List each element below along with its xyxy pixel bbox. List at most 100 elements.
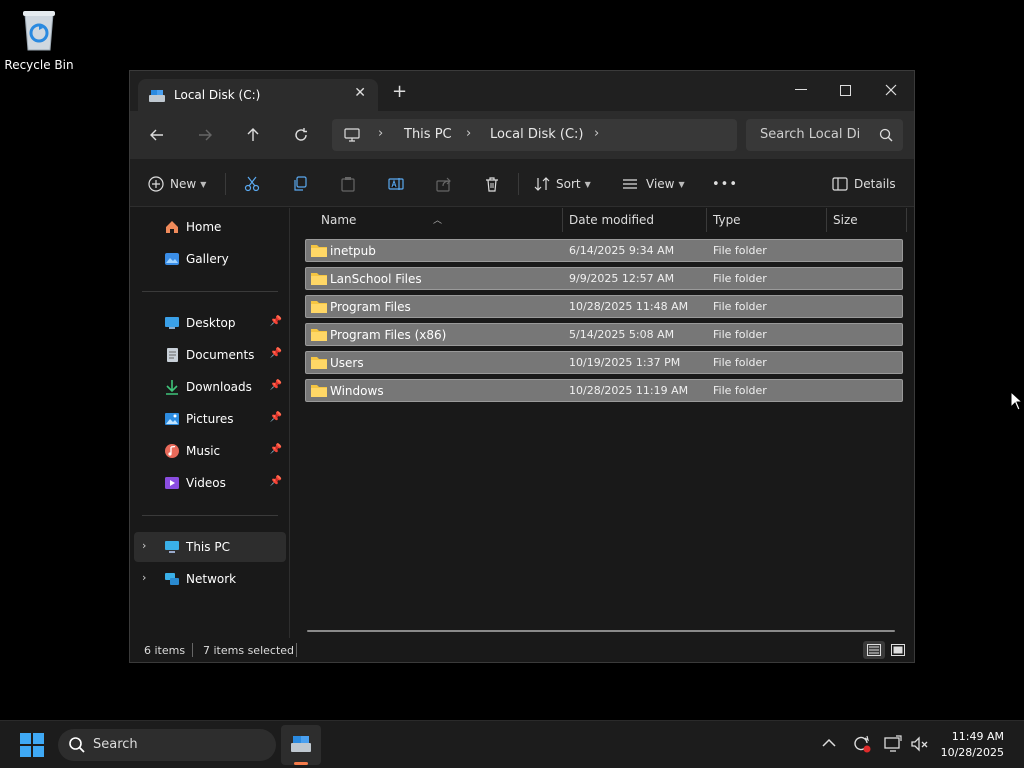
taskbar-search-box[interactable]: Search bbox=[58, 729, 276, 761]
file-name: Users bbox=[330, 356, 364, 370]
share-button[interactable] bbox=[436, 173, 452, 195]
sidebar-item-documents[interactable]: Documents 📌 bbox=[134, 340, 286, 370]
refresh-button[interactable] bbox=[289, 123, 313, 147]
taskbar-search-placeholder: Search bbox=[93, 737, 138, 752]
new-tab-button[interactable]: + bbox=[392, 83, 407, 101]
details-pane-button[interactable]: Details bbox=[832, 173, 896, 195]
display-icon[interactable] bbox=[884, 735, 902, 757]
sidebar-item-downloads[interactable]: Downloads 📌 bbox=[134, 372, 286, 402]
folder-icon bbox=[310, 271, 328, 289]
sidebar-divider bbox=[142, 291, 278, 292]
system-clock[interactable]: 11:49 AM 10/28/2025 bbox=[941, 729, 1004, 761]
column-header-type[interactable]: Type bbox=[713, 213, 741, 227]
pin-icon[interactable]: 📌 bbox=[270, 348, 282, 359]
breadcrumb-local-disk[interactable]: Local Disk (C:) bbox=[490, 127, 583, 142]
tab-local-disk[interactable]: Local Disk (C:) ✕ bbox=[138, 79, 378, 111]
title-bar: Local Disk (C:) ✕ + bbox=[130, 71, 914, 111]
close-icon bbox=[885, 84, 897, 96]
cut-button[interactable] bbox=[244, 173, 260, 195]
taskbar-file-explorer[interactable] bbox=[281, 725, 321, 765]
pin-icon[interactable]: 📌 bbox=[270, 476, 282, 487]
horizontal-scrollbar[interactable] bbox=[307, 630, 895, 632]
monitor-icon bbox=[344, 127, 360, 146]
file-date: 10/28/2025 11:19 AM bbox=[569, 384, 689, 397]
copy-button[interactable] bbox=[292, 173, 308, 195]
file-date: 9/9/2025 12:57 AM bbox=[569, 272, 675, 285]
sidebar-item-music[interactable]: Music 📌 bbox=[134, 436, 286, 466]
close-window-button[interactable] bbox=[868, 77, 914, 103]
windows-logo-icon bbox=[20, 733, 44, 757]
chevron-right-icon[interactable]: › bbox=[142, 539, 146, 552]
minimize-button[interactable] bbox=[778, 77, 824, 103]
details-view-icon bbox=[867, 644, 881, 656]
refresh-icon bbox=[295, 128, 307, 141]
minimize-icon bbox=[795, 89, 807, 90]
view-label: View bbox=[646, 177, 675, 191]
table-row[interactable]: inetpub 6/14/2025 9:34 AM File folder bbox=[305, 239, 903, 262]
column-divider[interactable] bbox=[562, 208, 563, 232]
command-bar: New ▼ Sort ▼ View ▼ ••• Details bbox=[130, 159, 914, 207]
table-row[interactable]: Program Files (x86) 5/14/2025 5:08 AM Fi… bbox=[305, 323, 903, 346]
rename-button[interactable] bbox=[388, 173, 404, 195]
pin-icon[interactable]: 📌 bbox=[270, 412, 282, 423]
pin-icon[interactable]: 📌 bbox=[270, 316, 282, 327]
folder-icon bbox=[310, 299, 328, 317]
table-row[interactable]: LanSchool Files 9/9/2025 12:57 AM File f… bbox=[305, 267, 903, 290]
paste-button[interactable] bbox=[340, 173, 356, 195]
column-divider[interactable] bbox=[706, 208, 707, 232]
forward-button[interactable] bbox=[193, 123, 217, 147]
sidebar-item-home[interactable]: Home bbox=[134, 212, 286, 242]
chevron-up-icon[interactable] bbox=[822, 737, 836, 752]
music-icon bbox=[164, 443, 180, 459]
table-row[interactable]: Windows 10/28/2025 11:19 AM File folder bbox=[305, 379, 903, 402]
sidebar-item-pictures[interactable]: Pictures 📌 bbox=[134, 404, 286, 434]
chevron-right-icon[interactable]: › bbox=[142, 571, 146, 584]
back-button[interactable] bbox=[145, 123, 169, 147]
chevron-right-icon[interactable]: › bbox=[594, 126, 599, 141]
up-button[interactable] bbox=[241, 123, 265, 147]
chevron-right-icon[interactable]: › bbox=[378, 126, 383, 141]
sync-icon[interactable] bbox=[852, 735, 872, 757]
more-options-button[interactable]: ••• bbox=[712, 173, 738, 195]
delete-button[interactable] bbox=[484, 173, 500, 195]
pin-icon[interactable]: 📌 bbox=[270, 444, 282, 455]
column-header-name[interactable]: Name bbox=[321, 213, 356, 227]
address-bar[interactable]: › This PC › Local Disk (C:) › bbox=[332, 119, 737, 151]
sort-ascending-icon: ︿ bbox=[433, 216, 443, 226]
folder-icon bbox=[310, 243, 328, 261]
details-view-button[interactable] bbox=[863, 641, 885, 659]
file-type: File folder bbox=[713, 272, 767, 285]
share-icon bbox=[436, 177, 451, 192]
volume-muted-icon[interactable] bbox=[910, 735, 930, 757]
file-name: Program Files (x86) bbox=[330, 328, 447, 342]
recycle-bin[interactable]: Recycle Bin bbox=[4, 8, 74, 72]
start-button[interactable] bbox=[20, 733, 44, 761]
new-button[interactable]: New ▼ bbox=[148, 173, 206, 195]
sort-button[interactable]: Sort ▼ bbox=[534, 173, 591, 195]
view-button[interactable]: View ▼ bbox=[622, 173, 685, 195]
file-date: 10/28/2025 11:48 AM bbox=[569, 300, 689, 313]
sidebar-item-network[interactable]: › Network bbox=[134, 564, 286, 594]
tab-close-icon[interactable]: ✕ bbox=[354, 85, 366, 101]
maximize-button[interactable] bbox=[822, 77, 868, 103]
search-box[interactable]: Search Local Dis bbox=[746, 119, 903, 151]
chevron-right-icon[interactable]: › bbox=[466, 126, 471, 141]
sidebar-item-label: Videos bbox=[186, 476, 226, 490]
sort-label: Sort bbox=[556, 177, 581, 191]
sidebar-item-this-pc[interactable]: › This PC bbox=[134, 532, 286, 562]
column-header-date[interactable]: Date modified bbox=[569, 213, 654, 227]
breadcrumb-this-pc[interactable]: This PC bbox=[404, 127, 452, 142]
sidebar-item-label: Desktop bbox=[186, 316, 236, 330]
sidebar-item-desktop[interactable]: Desktop 📌 bbox=[134, 308, 286, 338]
folder-icon bbox=[310, 355, 328, 373]
sidebar-item-videos[interactable]: Videos 📌 bbox=[134, 468, 286, 498]
sidebar-item-gallery[interactable]: Gallery bbox=[134, 244, 286, 274]
column-header-size[interactable]: Size bbox=[833, 213, 858, 227]
column-divider[interactable] bbox=[826, 208, 827, 232]
tiles-view-button[interactable] bbox=[887, 641, 909, 659]
table-row[interactable]: Users 10/19/2025 1:37 PM File folder bbox=[305, 351, 903, 374]
folder-icon bbox=[310, 383, 328, 401]
table-row[interactable]: Program Files 10/28/2025 11:48 AM File f… bbox=[305, 295, 903, 318]
pin-icon[interactable]: 📌 bbox=[270, 380, 282, 391]
column-divider[interactable] bbox=[906, 208, 907, 232]
